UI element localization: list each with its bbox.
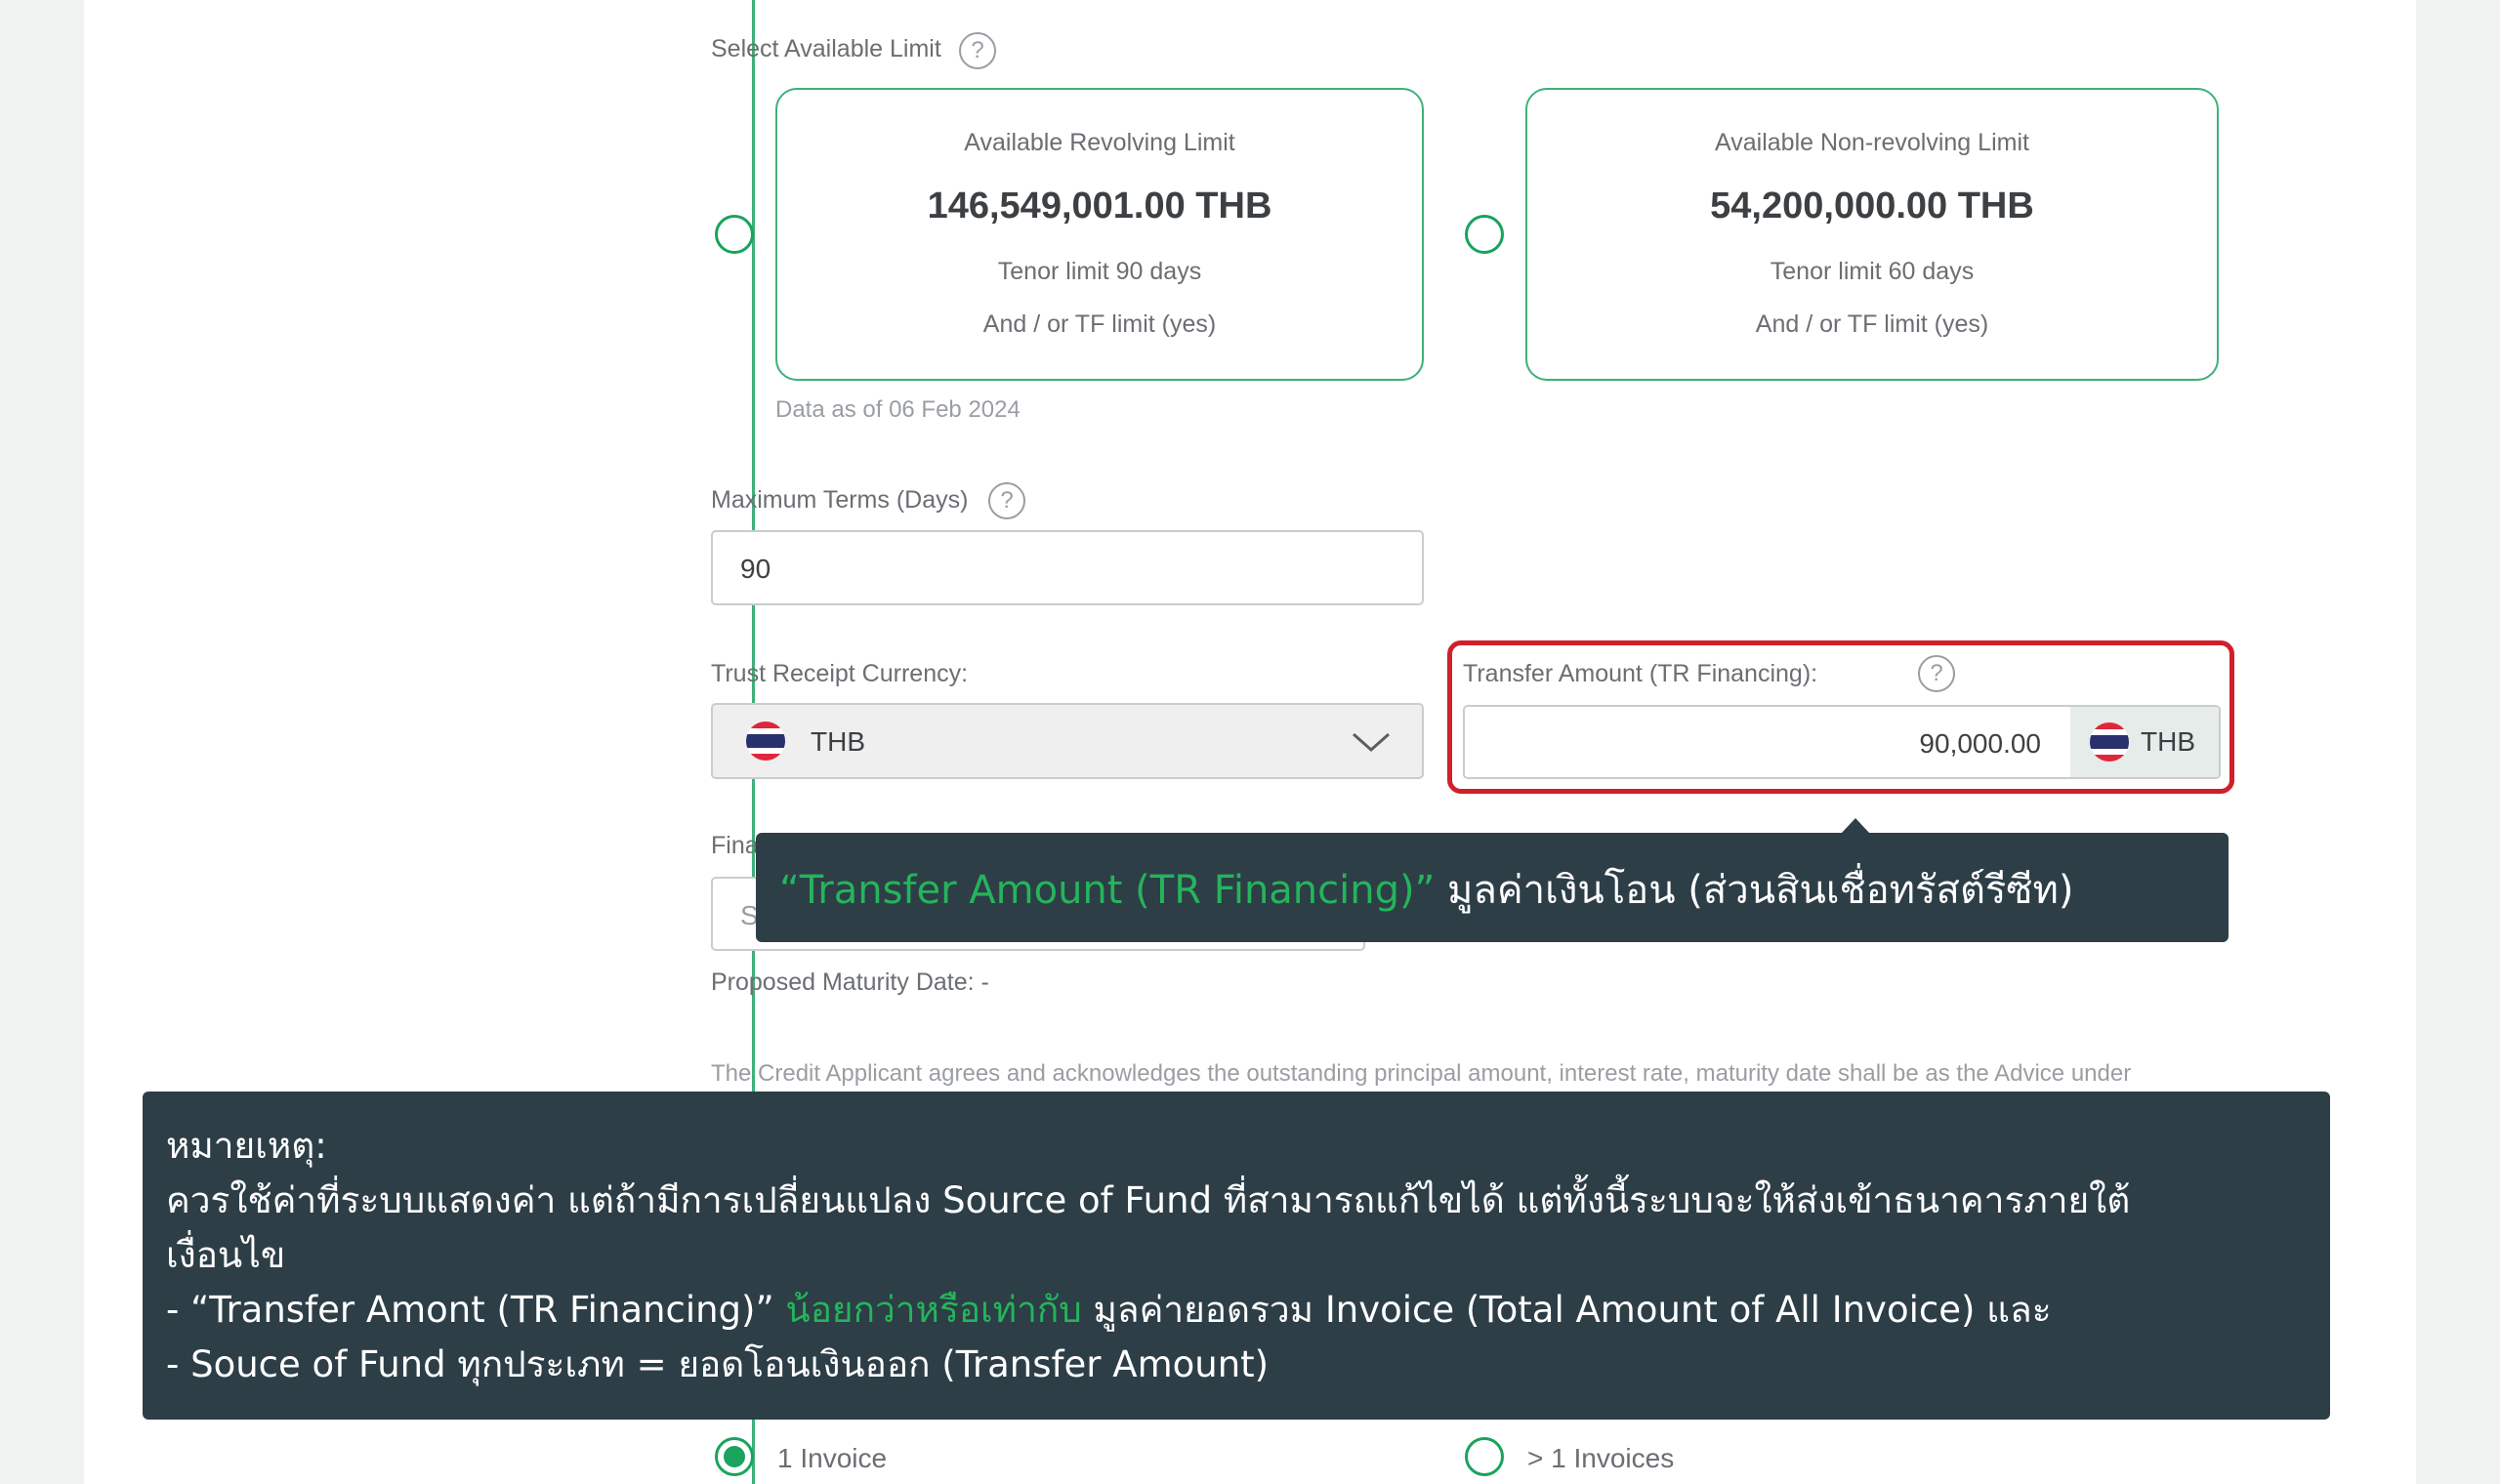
multiple-invoices-label[interactable]: > 1 Invoices: [1527, 1443, 1674, 1474]
tooltip-highlight: “Transfer Amount (TR Financing)”: [779, 868, 1436, 913]
multiple-invoices-radio[interactable]: [1465, 1437, 1504, 1476]
currency-addon: THB: [2070, 707, 2219, 777]
revolving-limit-radio[interactable]: [715, 215, 754, 254]
note-box: หมายเหตุ: ควรใช้ค่าที่ระบบแสดงค่า แต่ถ้า…: [143, 1092, 2330, 1420]
currency-value: THB: [811, 726, 865, 757]
note-line-part: - “Transfer Amont (TR Financing)”: [166, 1289, 786, 1331]
note-line: เงื่อนไข: [166, 1234, 286, 1276]
thai-flag-icon: [2090, 722, 2129, 762]
currency-addon-label: THB: [2141, 726, 2195, 757]
non-revolving-limit-card[interactable]: Available Non-revolving Limit 54,200,000…: [1525, 88, 2219, 381]
select-limit-label: Select Available Limit: [711, 35, 941, 62]
data-as-of-text: Data as of 06 Feb 2024: [775, 396, 1021, 423]
note-title: หมายเหตุ:: [166, 1125, 327, 1167]
note-highlight: น้อยกว่าหรือเท่ากับ: [785, 1289, 1082, 1331]
card-title: Available Non-revolving Limit: [1715, 129, 2029, 156]
card-tenor: Tenor limit 60 days: [1770, 258, 1975, 285]
card-title: Available Revolving Limit: [964, 129, 1235, 156]
revolving-limit-card[interactable]: Available Revolving Limit 146,549,001.00…: [775, 88, 1424, 381]
card-note: And / or TF limit (yes): [1755, 310, 1989, 338]
tooltip-text: มูลค่าเงินโอน (ส่วนสินเชื่อทรัสต์รีซีท): [1435, 868, 2074, 913]
note-line: ควรใช้ค่าที่ระบบแสดงค่า แต่ถ้ามีการเปลี่…: [166, 1179, 2131, 1221]
proposed-maturity-date: Proposed Maturity Date: -: [711, 969, 989, 996]
note-line-part: มูลค่ายอดรวม Invoice (Total Amount of Al…: [1081, 1289, 2052, 1331]
currency-label: Trust Receipt Currency:: [711, 660, 969, 687]
card-note: And / or TF limit (yes): [982, 310, 1217, 338]
currency-select[interactable]: THB: [711, 703, 1424, 779]
single-invoice-radio[interactable]: [715, 1437, 754, 1476]
transfer-amount-value: 90,000.00: [1919, 728, 2041, 759]
agreement-text: The Credit Applicant agrees and acknowle…: [711, 1060, 2132, 1087]
help-icon[interactable]: ?: [959, 32, 996, 69]
card-amount: 146,549,001.00 THB: [927, 186, 1272, 227]
card-tenor: Tenor limit 90 days: [997, 258, 1202, 285]
note-line: - Souce of Fund ทุกประเภท = ยอดโอนเงินออ…: [166, 1343, 1270, 1385]
tooltip-callout: “Transfer Amount (TR Financing)” มูลค่าเ…: [756, 833, 2229, 942]
transfer-amount-label: Transfer Amount (TR Financing):: [1463, 660, 1818, 687]
card-amount: 54,200,000.00 THB: [1710, 186, 2034, 227]
chevron-down-icon: [1353, 732, 1390, 753]
financing-label: Fina: [711, 832, 759, 859]
page-content: Select Available Limit ? Available Revol…: [84, 0, 2416, 1484]
transfer-amount-input[interactable]: 90,000.00 THB: [1463, 705, 2221, 779]
single-invoice-label[interactable]: 1 Invoice: [777, 1443, 887, 1474]
note-line: - “Transfer Amont (TR Financing)” น้อยกว…: [166, 1283, 2307, 1338]
thai-flag-icon: [746, 721, 785, 761]
help-icon[interactable]: ?: [988, 482, 1025, 519]
tooltip-arrow: [1841, 818, 1870, 834]
max-terms-input[interactable]: 90: [711, 530, 1424, 605]
max-terms-label: Maximum Terms (Days): [711, 486, 969, 514]
non-revolving-limit-radio[interactable]: [1465, 215, 1504, 254]
help-icon[interactable]: ?: [1918, 655, 1955, 692]
